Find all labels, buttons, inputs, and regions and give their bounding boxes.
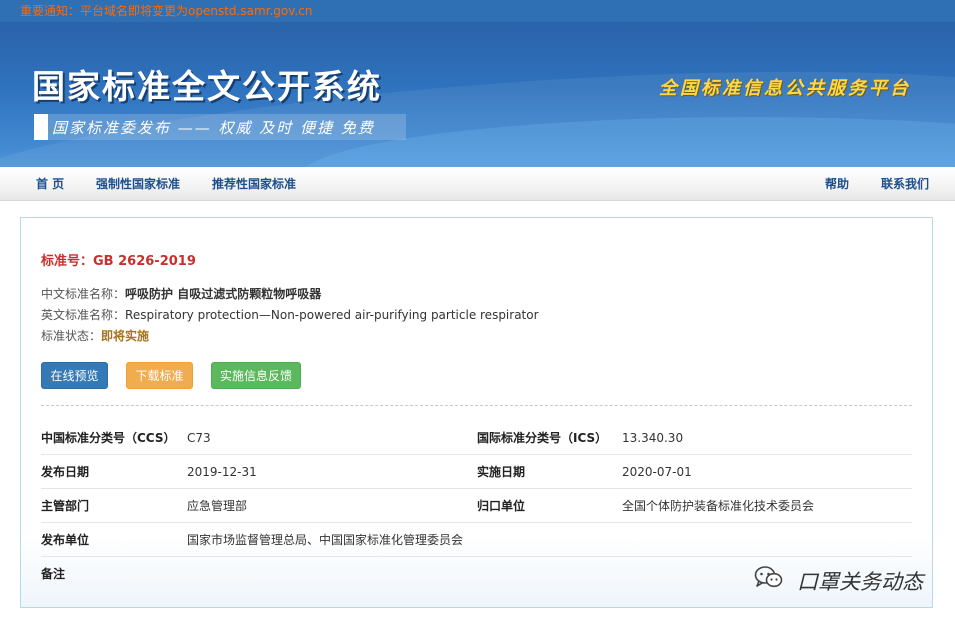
nav-recommended-link[interactable]: 推荐性国家标准 — [212, 167, 296, 201]
site-banner: 国家标准全文公开系统 国家标准委发布 —— 权威 及时 便捷 免费 全国标准信息… — [0, 22, 955, 167]
watermark-text: 口罩关务动态 — [797, 570, 923, 594]
watermark: 口罩关务动态 — [754, 564, 923, 598]
nav-mandatory-link[interactable]: 强制性国家标准 — [96, 167, 180, 201]
nav-help-link[interactable]: 帮助 — [825, 167, 849, 201]
wechat-icon — [754, 565, 784, 599]
standard-number-value: GB 2626-2019 — [93, 254, 196, 269]
table-row: 发布日期 2019-12-31 实施日期 2020-07-01 — [41, 455, 912, 489]
ccs-value: C73 — [187, 431, 211, 445]
status-value: 即将实施 — [101, 329, 150, 343]
notice-text: 重要通知：平台域名即将变更为openstd.samr.gov.cn — [20, 4, 313, 18]
status-label: 标准状态： — [41, 329, 102, 343]
cn-name-label: 中文标准名称： — [41, 287, 126, 301]
standard-detail-panel: 标准号：GB 2626-2019 中文标准名称：呼吸防护 自吸过滤式防颗粒物呼吸… — [20, 217, 933, 608]
remark-label: 备注 — [41, 567, 66, 581]
standard-number: 标准号：GB 2626-2019 — [41, 250, 196, 269]
dept-value: 应急管理部 — [187, 499, 248, 513]
cn-name-line: 中文标准名称：呼吸防护 自吸过滤式防颗粒物呼吸器 — [41, 285, 321, 302]
dept-label: 主管部门 — [41, 499, 90, 513]
owner-label: 归口单位 — [477, 499, 526, 513]
ccs-label: 中国标准分类号（CCS） — [41, 431, 176, 445]
nav-contact-link[interactable]: 联系我们 — [881, 167, 929, 201]
ics-value: 13.340.30 — [622, 431, 684, 445]
main-nav: 首 页 强制性国家标准 推荐性国家标准 帮助 联系我们 — [0, 167, 955, 201]
feedback-button[interactable]: 实施信息反馈 — [211, 362, 301, 389]
publisher-label: 发布单位 — [41, 533, 90, 547]
table-row: 主管部门 应急管理部 归口单位 全国个体防护装备标准化技术委员会 — [41, 489, 912, 523]
section-divider — [41, 405, 912, 406]
status-line: 标准状态：即将实施 — [41, 327, 149, 344]
notice-bar: 重要通知：平台域名即将变更为openstd.samr.gov.cn — [0, 0, 955, 22]
en-name-label: 英文标准名称： — [41, 308, 126, 322]
site-subtitle: 国家标准委发布 —— 权威 及时 便捷 免费 — [52, 119, 375, 137]
download-button[interactable]: 下载标准 — [126, 362, 193, 389]
impl-date-value: 2020-07-01 — [622, 465, 692, 479]
preview-button[interactable]: 在线预览 — [41, 362, 108, 389]
table-row: 中国标准分类号（CCS） C73 国际标准分类号（ICS） 13.340.30 — [41, 421, 912, 455]
table-row: 发布单位 国家市场监督管理总局、中国国家标准化管理委员会 — [41, 523, 912, 557]
cn-name-value: 呼吸防护 自吸过滤式防颗粒物呼吸器 — [125, 287, 322, 301]
publisher-value: 国家市场监督管理总局、中国国家标准化管理委员会 — [187, 533, 464, 547]
standard-number-label: 标准号： — [41, 254, 94, 269]
impl-date-label: 实施日期 — [477, 465, 526, 479]
pub-date-value: 2019-12-31 — [187, 465, 257, 479]
site-title: 国家标准全文公开系统 — [32, 67, 382, 106]
en-name-value: Respiratory protection—Non-powered air-p… — [125, 308, 539, 322]
nav-home-link[interactable]: 首 页 — [36, 167, 64, 201]
pub-date-label: 发布日期 — [41, 465, 90, 479]
ics-label: 国际标准分类号（ICS） — [477, 431, 608, 445]
owner-value: 全国个体防护装备标准化技术委员会 — [622, 499, 815, 513]
en-name-line: 英文标准名称：Respiratory protection—Non-powere… — [41, 306, 539, 323]
platform-slogan: 全国标准信息公共服务平台 — [659, 78, 911, 99]
